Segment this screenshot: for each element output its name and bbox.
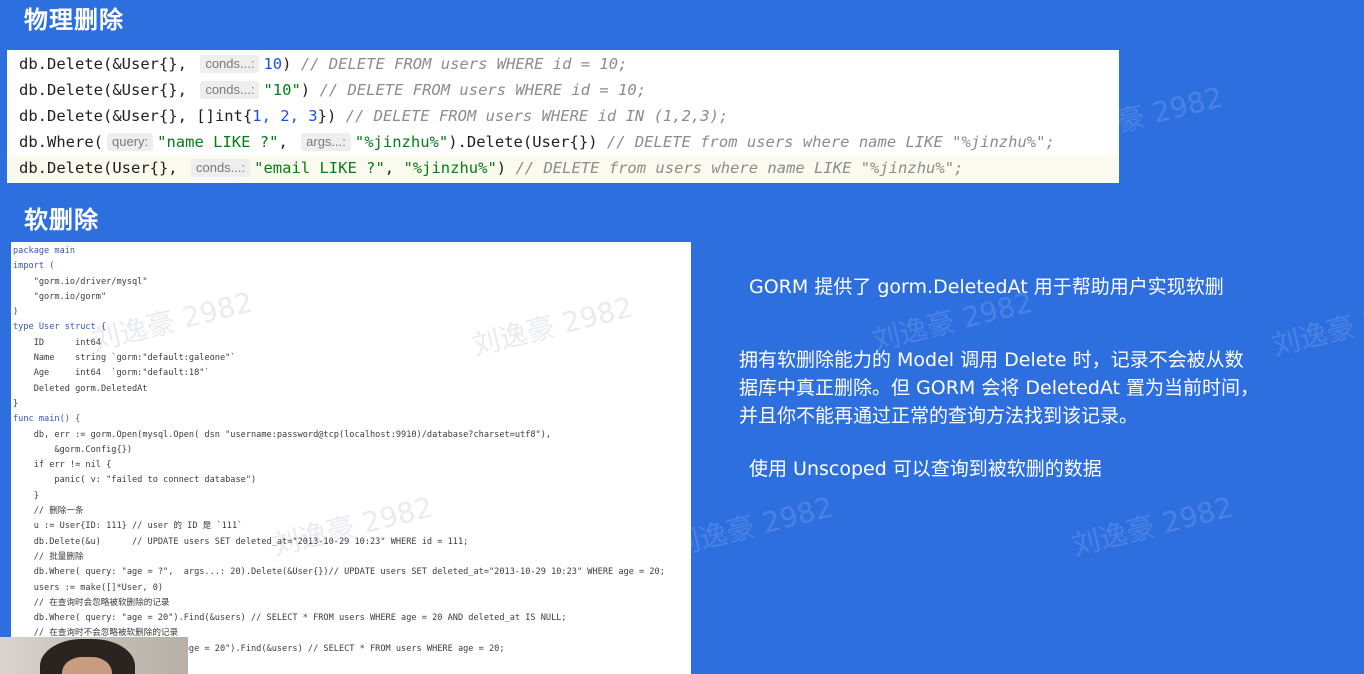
screenshot-code-line: users := make([]*User, 0) — [13, 582, 164, 593]
code-comment: // DELETE from users where name LIKE "%j… — [606, 133, 1055, 151]
screenshot-code-line: Deleted gorm.DeletedAt — [13, 383, 148, 394]
soft-delete-code-screenshot: package main import ( "gorm.io/driver/mys… — [11, 242, 691, 674]
screenshot-code-line: db.Where( query: "age = 20").Find(&users… — [13, 613, 567, 624]
screenshot-code-line: ID int64 — [13, 337, 101, 348]
code-line: db.Delete(&User{}, conds...: "10") // DEL… — [19, 81, 647, 99]
screenshot-code-line: &gorm.Config{}) — [13, 444, 132, 455]
param-hint: query: — [107, 133, 154, 151]
screenshot-code-line: Name string `gorm:"default:galeone"` — [13, 353, 236, 364]
code-line: db.Delete(&User{}, []int{1, 2, 3}) // DE… — [19, 107, 729, 125]
screenshot-code-line: func main() { — [13, 414, 81, 425]
code-comment: // DELETE FROM users WHERE id IN (1,2,3)… — [345, 107, 729, 125]
watermark: 刘逸豪 2982 — [1068, 490, 1237, 563]
code-line-current[interactable]: db.Delete(User{}, conds...: "email LIKE ?… — [7, 155, 1119, 181]
screenshot-code-line: } — [13, 398, 19, 409]
note-deletedat: GORM 提供了 gorm.DeletedAt 用于帮助用户实现软删 — [749, 276, 1224, 298]
webcam-overlay — [0, 637, 188, 674]
screenshot-code-line: type User struct { — [13, 322, 107, 333]
code-comment: // DELETE from users where name LIKE "%j… — [515, 159, 964, 177]
screenshot-code-line: "gorm.io/driver/mysql" — [13, 276, 148, 287]
param-hint: args...: — [301, 133, 351, 151]
screenshot-code-line: u := User{ID: 111} // user 的 ID 是 `111` — [13, 521, 243, 532]
screenshot-code-line: db, err := gorm.Open(mysql.Open( dsn "us… — [13, 429, 552, 440]
param-hint: conds...: — [200, 81, 260, 99]
screenshot-code-line: // 批量删除 — [13, 551, 84, 562]
screenshot-code-line: // 删除一条 — [13, 506, 84, 517]
screenshot-code-line: "gorm.io/gorm" — [13, 291, 107, 302]
screenshot-code-line: db.Where( query: "age = ?", args...: 20)… — [13, 567, 665, 578]
screenshot-code-line: if err != nil { — [13, 460, 112, 471]
watermark: 刘逸豪 2982 — [668, 490, 837, 563]
param-hint: conds...: — [200, 55, 260, 73]
note-unscoped: 使用 Unscoped 可以查询到被软删的数据 — [749, 458, 1102, 480]
note-soft-delete-behavior: 拥有软删除能力的 Model 调用 Delete 时，记录不会被从数 据库中真正… — [739, 349, 1260, 427]
code-line: db.Where(query: "name LIKE ?", args...: "%… — [19, 133, 1055, 151]
code-comment: // DELETE FROM users WHERE id = 10; — [300, 55, 628, 73]
screenshot-code-line: db.Delete(&u) // UPDATE users SET delete… — [13, 536, 469, 547]
presenter-face — [62, 657, 112, 674]
screenshot-code-line: // 在查询时会忽略被软删除的记录 — [13, 597, 170, 608]
screenshot-code-line: import ( — [13, 261, 55, 272]
screenshot-code-line: package main — [13, 246, 76, 256]
heading-soft-delete: 软删除 — [24, 206, 99, 234]
screenshot-code-line: ) — [13, 307, 19, 318]
screenshot-code-line: panic( v: "failed to connect database") — [13, 475, 257, 486]
physical-delete-code-panel: db.Delete(&User{}, conds...: 10) // DELET… — [7, 50, 1119, 183]
heading-physical-delete: 物理删除 — [24, 6, 124, 34]
code-comment: // DELETE FROM users WHERE id = 10; — [319, 81, 647, 99]
param-hint: conds...: — [190, 159, 251, 177]
screenshot-code-line: Age int64 `gorm:"default:18"` — [13, 368, 210, 379]
screenshot-code-line: } — [13, 490, 39, 501]
code-line: db.Delete(&User{}, conds...: 10) // DELET… — [19, 55, 628, 73]
